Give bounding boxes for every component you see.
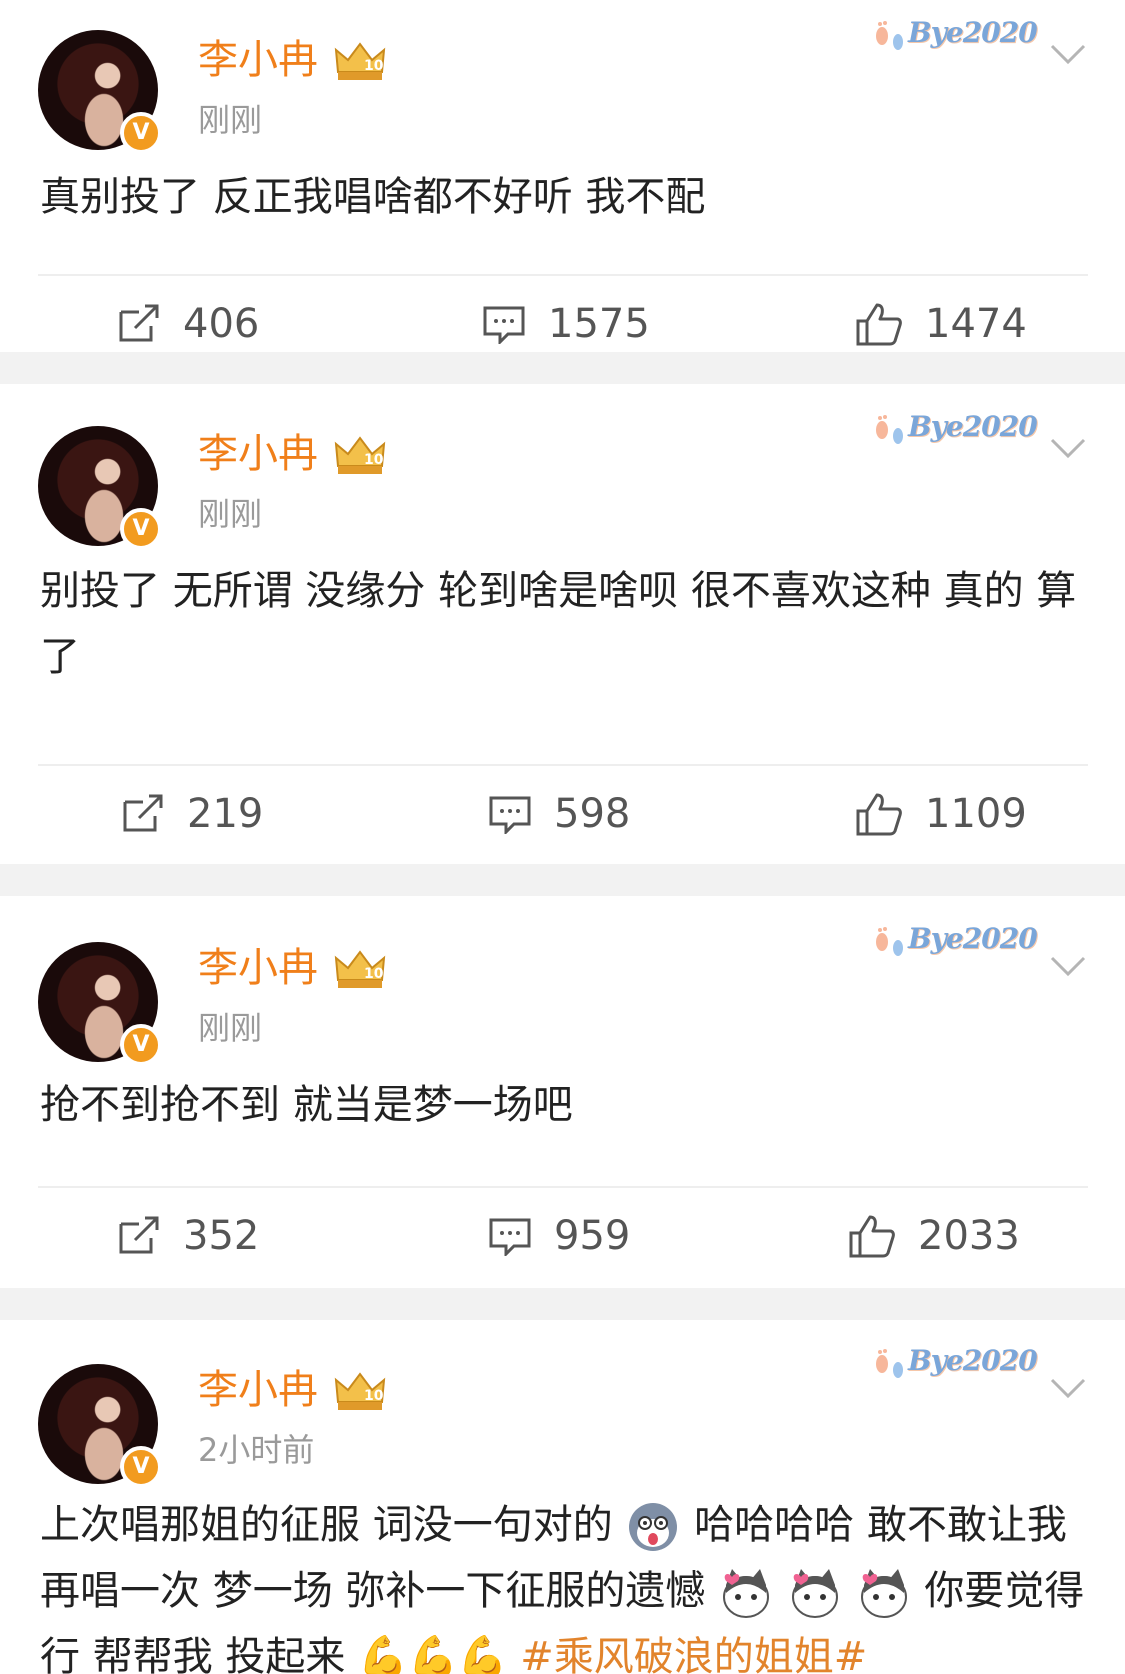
like-count: 2033 — [918, 1213, 1020, 1259]
chevron-down-icon[interactable] — [1050, 42, 1086, 66]
comment-count: 959 — [554, 1213, 631, 1259]
comment-button[interactable]: 959 — [488, 1188, 630, 1284]
footprint-icon — [876, 415, 903, 444]
comment-icon — [489, 1218, 531, 1256]
crown-icon: 10 — [334, 42, 386, 80]
dog-emoji-icon — [629, 1503, 678, 1551]
svg-text:10: 10 — [364, 58, 384, 74]
verified-badge-icon: V — [120, 508, 162, 550]
post-card: V 李小冉 10 刚刚 Bye2020 别投了 无所谓 没缘分 轮到啥是啥呗 很… — [0, 384, 1125, 864]
like-button[interactable]: 2033 — [848, 1188, 1020, 1284]
post-text-part1: 上次唱那姐的征服 词没一句对的 — [40, 1502, 613, 1548]
avatar[interactable]: V — [38, 942, 162, 1066]
svg-text:10: 10 — [364, 966, 384, 982]
post-text: 别投了 无所谓 没缘分 轮到啥是啥呗 很不喜欢这种 真的 算了 — [40, 568, 1077, 680]
username[interactable]: 李小冉 — [198, 36, 318, 84]
bye2020-badge: Bye2020 — [870, 404, 1040, 452]
post-time: 刚刚 — [198, 1009, 263, 1047]
chevron-down-icon[interactable] — [1050, 954, 1086, 978]
like-count: 1474 — [925, 301, 1027, 347]
username[interactable]: 李小冉 — [198, 430, 318, 478]
action-bar: 406 1575 1474 — [0, 276, 1125, 352]
comment-count: 1575 — [548, 301, 650, 347]
verified-badge-icon: V — [120, 112, 162, 154]
topic-link[interactable]: #乘风破浪的姐姐# — [520, 1634, 867, 1674]
thumbs-up-icon — [856, 793, 902, 836]
crown-icon: 10 — [334, 950, 386, 988]
post-time: 刚刚 — [198, 495, 263, 533]
post-card: V 李小冉 10 2小时前 Bye2020 上次唱那姐的征服 词没一句对的 哈哈… — [0, 1320, 1125, 1674]
thumbs-up-icon — [849, 1215, 895, 1258]
comment-button[interactable]: 1575 — [482, 276, 650, 352]
repost-icon — [123, 794, 163, 832]
repost-count: 406 — [183, 301, 260, 347]
footprint-icon — [876, 1349, 903, 1378]
post-time: 刚刚 — [198, 101, 263, 139]
like-count: 1109 — [925, 791, 1027, 837]
footprint-icon — [876, 21, 903, 50]
like-button[interactable]: 1474 — [855, 276, 1027, 352]
muscle-emoji-icon: 💪💪💪 — [358, 1634, 508, 1674]
bye2020-badge: Bye2020 — [870, 916, 1040, 964]
bye2020-label: Bye2020 — [908, 16, 1038, 49]
post-text: 真别投了 反正我唱啥都不好听 我不配 — [40, 174, 706, 220]
username[interactable]: 李小冉 — [198, 1366, 318, 1414]
bye2020-badge: Bye2020 — [870, 1338, 1040, 1386]
crown-icon: 10 — [334, 1372, 386, 1410]
repost-count: 352 — [183, 1213, 260, 1259]
repost-button[interactable]: 406 — [117, 276, 259, 352]
repost-button[interactable]: 219 — [121, 766, 263, 862]
username[interactable]: 李小冉 — [198, 944, 318, 992]
comment-icon — [489, 796, 531, 834]
crown-icon: 10 — [334, 436, 386, 474]
action-bar: 219 598 1109 — [0, 766, 1125, 862]
bye2020-label: Bye2020 — [908, 410, 1038, 443]
post-card: V 李小冉 10 刚刚 Bye2020 抢不到抢不到 就当是梦一场吧 352 9… — [0, 896, 1125, 1288]
svg-text:10: 10 — [364, 1388, 384, 1404]
verified-badge-icon: V — [120, 1024, 162, 1066]
repost-count: 219 — [187, 791, 264, 837]
repost-icon — [119, 1216, 159, 1254]
cat-emoji-icon — [723, 1569, 770, 1618]
post-text: 抢不到抢不到 就当是梦一场吧 — [40, 1082, 573, 1128]
footprint-icon — [876, 927, 903, 956]
comment-button[interactable]: 598 — [488, 766, 630, 862]
post-text: 上次唱那姐的征服 词没一句对的 哈哈哈哈 敢不敢让我再唱一次 梦一场 弥补一下征… — [40, 1492, 1090, 1674]
cat-emoji-icon — [791, 1569, 838, 1618]
svg-text:10: 10 — [364, 452, 384, 468]
avatar[interactable]: V — [38, 1364, 162, 1488]
cat-emoji-icon — [860, 1569, 907, 1618]
bye2020-badge: Bye2020 — [870, 10, 1040, 58]
bye2020-label: Bye2020 — [908, 922, 1038, 955]
verified-badge-icon: V — [120, 1446, 162, 1488]
like-button[interactable]: 1109 — [855, 766, 1027, 862]
comment-icon — [483, 306, 525, 344]
thumbs-up-icon — [856, 303, 902, 346]
comment-count: 598 — [554, 791, 631, 837]
post-card: V 李小冉 10 刚刚 Bye2020 真别投了 反正我唱啥都不好听 我不配 4 — [0, 0, 1125, 352]
avatar[interactable]: V — [38, 30, 162, 154]
repost-icon — [119, 304, 159, 342]
post-time: 2小时前 — [198, 1431, 315, 1469]
weibo-feed: V 李小冉 10 刚刚 Bye2020 真别投了 反正我唱啥都不好听 我不配 4 — [0, 0, 1125, 1674]
repost-button[interactable]: 352 — [117, 1188, 259, 1284]
avatar[interactable]: V — [38, 426, 162, 550]
action-bar: 352 959 2033 — [0, 1188, 1125, 1284]
bye2020-label: Bye2020 — [908, 1344, 1038, 1377]
chevron-down-icon[interactable] — [1050, 1376, 1086, 1400]
chevron-down-icon[interactable] — [1050, 436, 1086, 460]
